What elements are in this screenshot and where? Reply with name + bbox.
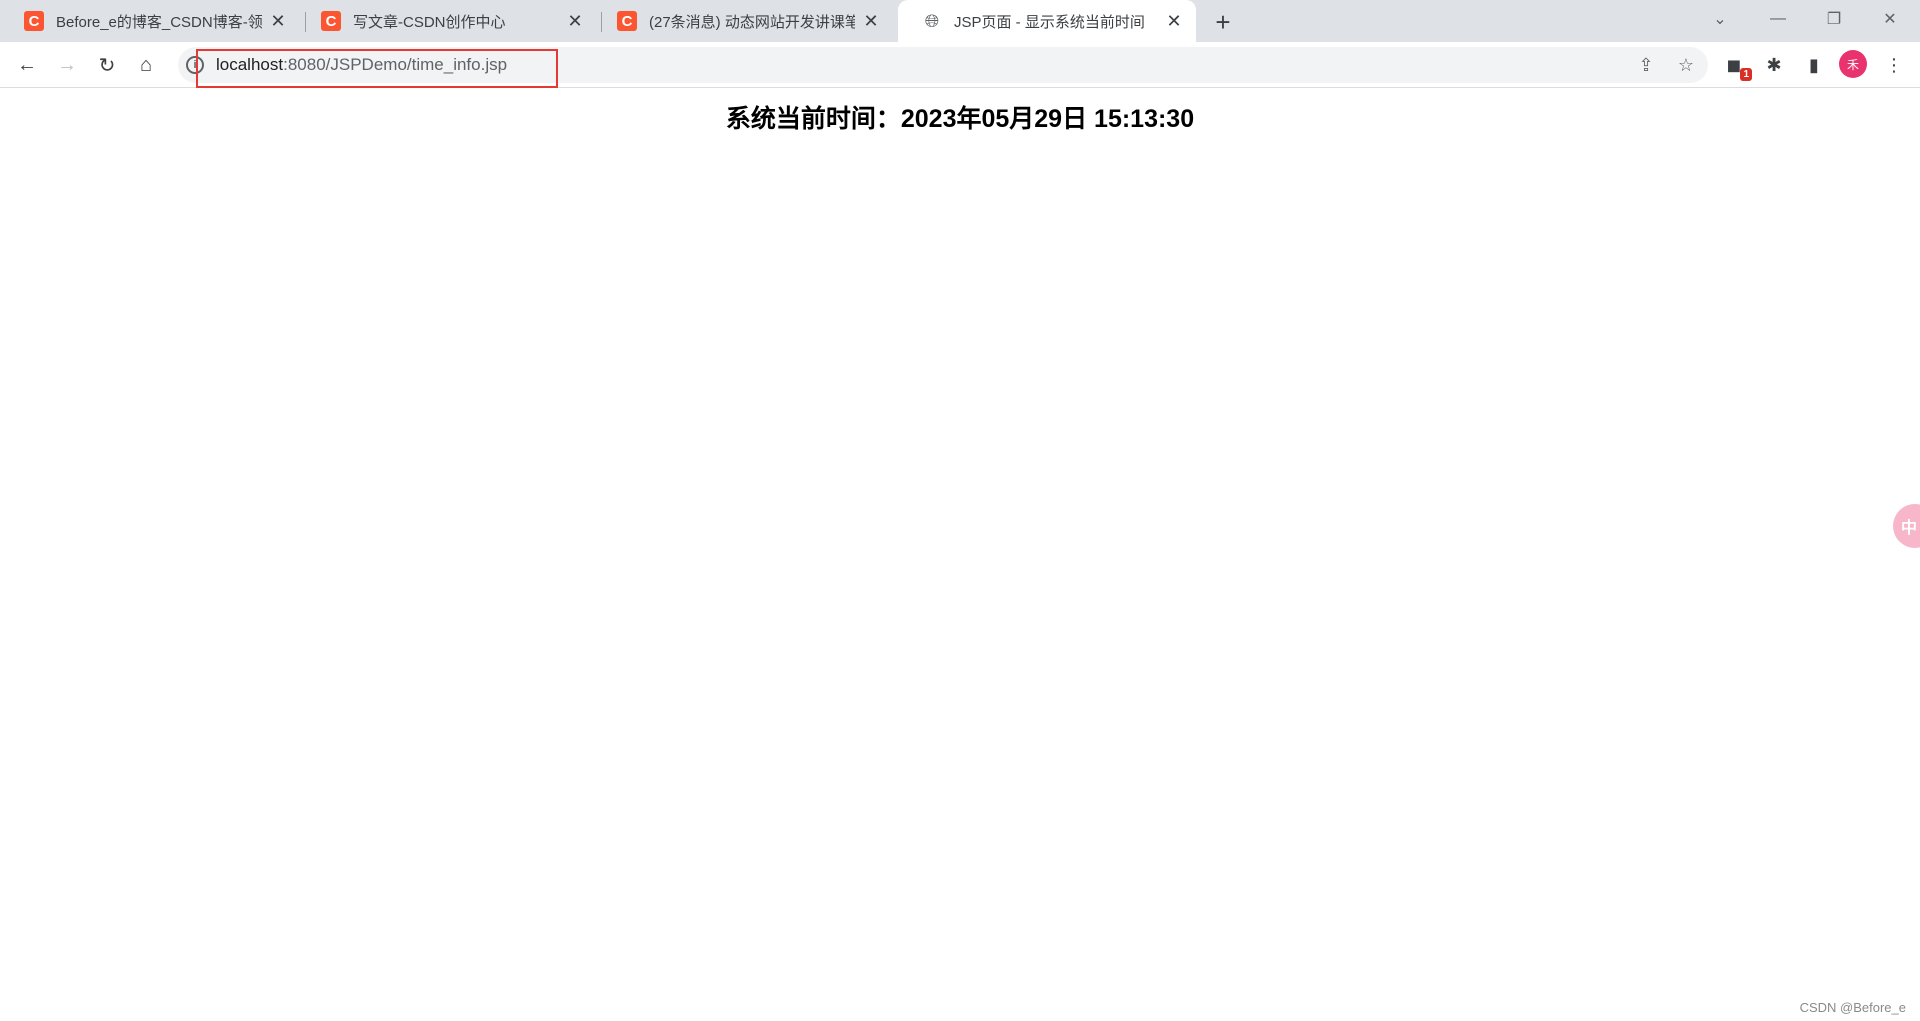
page-content: 系统当前时间：2023年05月29日 15:13:30 中 CSDN @Befo…	[0, 89, 1920, 1021]
floating-language-button[interactable]: 中	[1893, 504, 1920, 548]
globe-icon: 🌐︎	[924, 10, 940, 31]
tab-title: 写文章-CSDN创作中心	[353, 13, 506, 31]
share-icon[interactable]: ⇪	[1632, 51, 1660, 79]
home-button[interactable]: ⌂	[130, 49, 162, 81]
tab-close-icon[interactable]: ✕	[1164, 11, 1184, 31]
minimize-button[interactable]: —	[1752, 0, 1804, 38]
tab-close-icon[interactable]: ✕	[861, 11, 881, 31]
restore-button[interactable]: ❐	[1808, 0, 1860, 38]
tab-write-article[interactable]: C 写文章-CSDN创作中心 ✕	[297, 0, 597, 42]
reload-button[interactable]: ↻	[91, 49, 123, 81]
tab-search-icon[interactable]: ⌄	[1694, 0, 1746, 38]
extension-glyph-icon: ◼	[1726, 54, 1742, 75]
tab-messages[interactable]: C (27条消息) 动态网站开发讲课笔记 ✕	[593, 0, 893, 42]
tab-jsp-time[interactable]: 🌐︎ JSP页面 - 显示系统当前时间 ✕	[898, 0, 1196, 42]
bookmark-star-icon[interactable]: ☆	[1672, 51, 1700, 79]
tab-close-icon[interactable]: ✕	[268, 11, 288, 31]
current-time-heading: 系统当前时间：2023年05月29日 15:13:30	[725, 105, 1195, 133]
tab-strip: C Before_e的博客_CSDN博客-领域 ✕ C 写文章-CSDN创作中心…	[0, 0, 1920, 42]
back-button[interactable]: ←	[11, 49, 43, 81]
extensions-puzzle-icon[interactable]: ✱	[1760, 51, 1788, 79]
side-panel-icon[interactable]: ▮	[1800, 51, 1828, 79]
tab-close-icon[interactable]: ✕	[565, 11, 585, 31]
tab-csdn-blog[interactable]: C Before_e的博客_CSDN博客-领域 ✕	[0, 0, 300, 42]
extension-icon[interactable]: ◼ 1	[1720, 51, 1752, 81]
url-highlight-box	[196, 49, 558, 88]
close-window-button[interactable]: ✕	[1864, 0, 1916, 38]
extension-badge: 1	[1740, 68, 1752, 81]
forward-button[interactable]: →	[51, 49, 83, 81]
tab-title: (27条消息) 动态网站开发讲课笔记	[649, 13, 855, 31]
new-tab-button[interactable]: +	[1210, 9, 1236, 35]
tab-title: Before_e的博客_CSDN博客-领域	[56, 13, 262, 31]
csdn-favicon-icon: C	[24, 11, 44, 31]
csdn-favicon-icon: C	[321, 11, 341, 31]
tab-title: JSP页面 - 显示系统当前时间	[954, 13, 1145, 31]
browser-menu-icon[interactable]: ⋮	[1880, 51, 1908, 79]
csdn-favicon-icon: C	[617, 11, 637, 31]
profile-avatar[interactable]: 禾	[1839, 50, 1867, 78]
csdn-watermark: CSDN @Before_e	[1799, 1000, 1906, 1015]
